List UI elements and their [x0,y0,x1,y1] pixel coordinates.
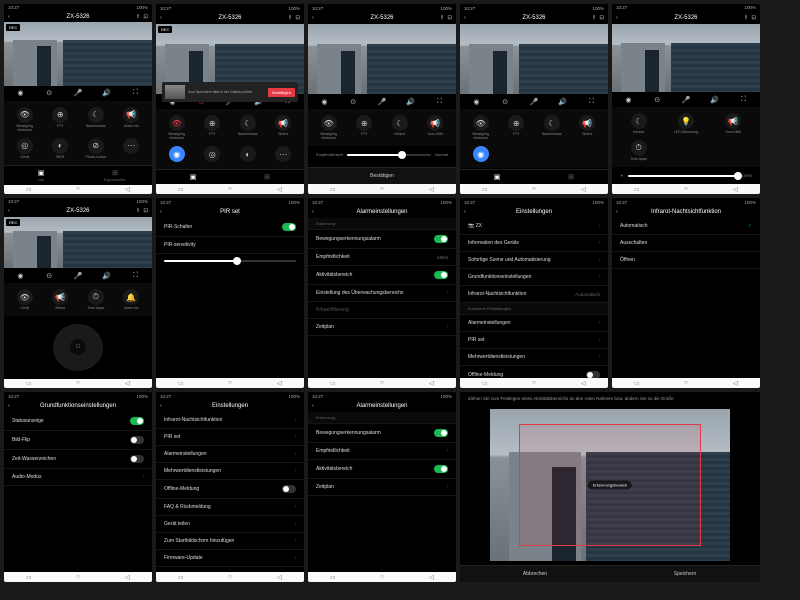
device-feature[interactable]: ◎Gerät [8,136,42,161]
screen-ptz: 10:27100% ‹ZX-5326⇧⊡ REC ◉⊙🎤🔊⛶ 👁Gerät 📢S… [4,198,152,388]
confirm-button[interactable]: Bestätigen [308,168,456,184]
detection-area-btn[interactable]: Erkennungsbereich [588,481,632,490]
feature-grid: 👁Bewegung erkennen ⊕PTZ ☾Nachtmodus 📢Ala… [4,101,152,165]
expand-button[interactable]: ⛶ [131,89,140,98]
brightness-slider[interactable]: ☀ 100% [612,167,760,184]
back-icon[interactable]: ‹ [8,14,10,20]
pir-slider[interactable] [156,254,304,268]
rec-badge: REC [6,24,20,31]
device-title: ZX-5326 [10,14,146,20]
screen-nightvision: 10:27100% ‹Infrarot-Nachtsichtfunktion A… [612,198,760,388]
cancel-button[interactable]: Abbrechen [460,566,610,582]
popup-thumb [165,85,185,99]
night-feature[interactable]: ☾Nachtmodus [79,105,113,134]
private-feature[interactable]: ⊘Privat-modus [79,136,113,161]
screen-settings-1: 10:27100% ‹Einstellungen 📷 ZX› Informati… [460,198,608,388]
ptz-power[interactable]: ⏻ [70,339,86,355]
ptz-feature[interactable]: ⊕PTZ [44,105,78,134]
siren-feature[interactable]: 📢Alarm ein [115,105,149,134]
screen-live-4: 10:27100% ‹ZX-5326⇧⊡ ◉⊙🎤🔊⛶ 👁Bewegung erk… [460,4,608,194]
popup-confirm[interactable]: Bestätigen [268,88,295,97]
screen-live-popup: 10:27100% ‹ZX-5326⇧⊡ REC Zum Speichern b… [156,4,304,194]
detection-preview[interactable]: Erkennungsbereich [490,409,730,561]
gallery-popup: Zum Speichern bitte in der Galerie prüfe… [162,82,298,102]
toolbar: ◉ ⊙ 🎤 🔊 ⛶ [4,86,152,101]
more-feature[interactable]: ⋯ [115,136,149,161]
nav-recent[interactable]: ▭ [25,187,33,191]
night-auto[interactable]: Automatisch✓ [612,218,760,235]
screen-sensitivity: 10:27100% ‹ZX-5326⇧⊡ ◉⊙🎤🔊⛶ 👁Bewegung erk… [308,4,456,194]
record-button[interactable]: ⊙ [45,89,54,98]
night-on[interactable]: Öffnen [612,252,760,269]
snapshot-button[interactable]: ◉ [16,89,25,98]
save-button[interactable]: Speichern [610,566,760,582]
tab-settings[interactable]: ⊞Eigenschaften [78,166,152,185]
tab-bar: ▣Live ⊞Eigenschaften [4,165,152,185]
screen-pir: 10:27100% ‹PIR set PIR-Schalter PIR-sens… [156,198,304,388]
nav-back[interactable]: ◁ [123,187,131,191]
settings-icon[interactable]: ⊡ [143,14,148,20]
screen-alarm-1: 10:27100% ‹Alarmeinstellungen Erkennung … [308,198,456,388]
tab-live[interactable]: ▣Live [4,166,78,185]
screen-led: 10:27100% ‹ZX-5326⇧⊡ ◉⊙🎤🔊⛶ ☾Infrarot 💡LE… [612,4,760,194]
popup-text: Zum Speichern bitte in der Galerie prüfe… [188,90,265,94]
toggle[interactable] [282,223,296,231]
share-icon[interactable]: ⇧ [136,14,141,20]
mic-button[interactable]: 🎤 [73,89,82,98]
sound-button[interactable]: 🔊 [102,89,111,98]
screen-alarm-2: 10:27100% ‹Alarmeinstellungen Erkennung … [308,392,456,582]
detection-hint: Ziehen Sie zum Festlegen eines Aktivität… [460,392,760,405]
ptz-control[interactable]: ⏻ [53,324,103,371]
pir-sens-row: PIR-sensitivity [156,237,304,254]
back-icon[interactable]: ‹ [160,15,162,21]
night-off[interactable]: Ausschalten [612,235,760,252]
screen-live-1: 10:27100% ‹ ZX-5326 ⇧⊡ REC ◉ ⊙ 🎤 🔊 ⛶ 👁Be… [4,4,152,194]
motion-feature[interactable]: 👁Bewegung erkennen [8,105,42,134]
screen-basic: 10:27100% ‹Grundfunktionseinstellungen S… [4,392,152,582]
camera-feed[interactable]: REC [4,22,152,86]
nav-home[interactable]: ○ [74,187,82,191]
app-header: ‹ ZX-5326 ⇧⊡ [4,11,152,22]
screen-settings-2: 10:27100% ‹Einstellungen Infrarot-Nachts… [156,392,304,582]
status-bar: 10:27100% [4,4,152,11]
android-nav: ▭ ○ ◁ [4,185,152,194]
screen-detection-area: Ziehen Sie zum Festlegen eines Aktivität… [460,392,760,582]
pir-switch-row[interactable]: PIR-Schalter [156,218,304,237]
sensitivity-slider[interactable]: Empfindlichkeit Normal [308,146,456,163]
wdr-feature[interactable]: ◐WDR [44,136,78,161]
